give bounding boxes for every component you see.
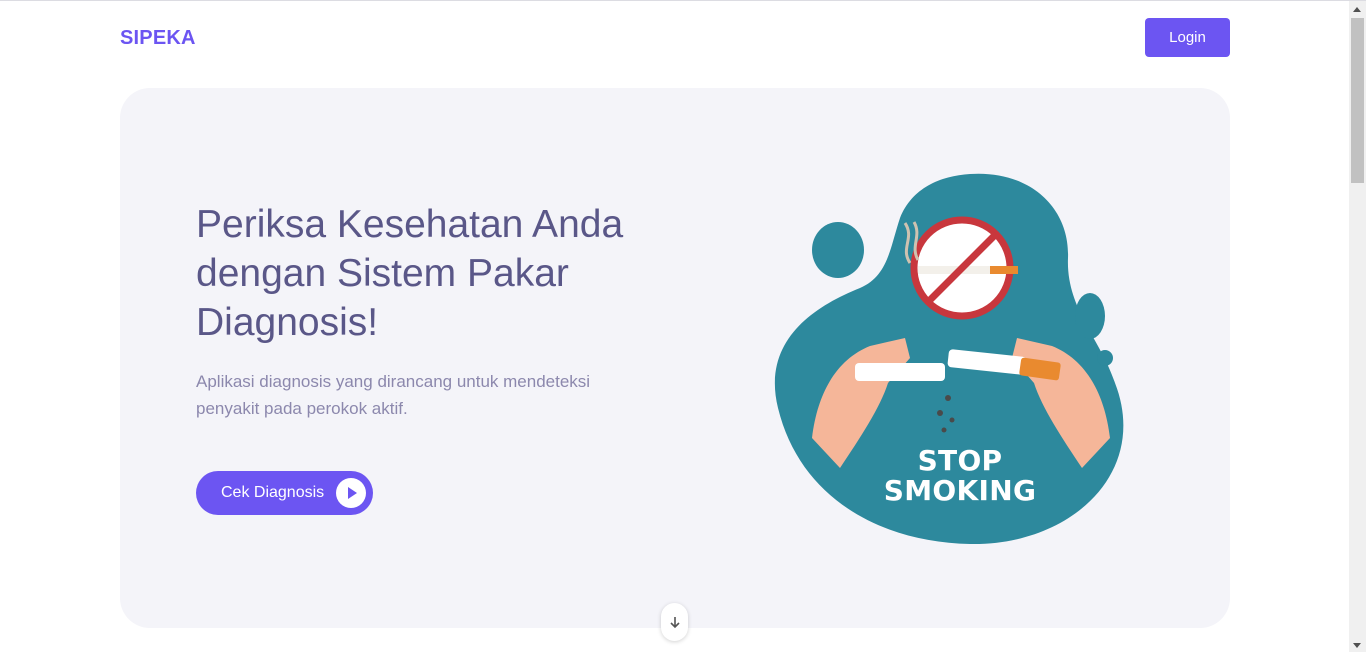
smoking-text: SMOKING [883, 474, 1037, 507]
stop-text: STOP [917, 444, 1003, 477]
hero-headline: Periksa Kesehatan Anda dengan Sistem Pak… [196, 203, 624, 344]
play-icon [336, 478, 366, 508]
cek-diagnosis-button[interactable]: Cek Diagnosis [196, 471, 373, 515]
scroll-down-arrow-icon[interactable] [1353, 643, 1361, 648]
hero-description: Aplikasi diagnosis yang dirancang untuk … [196, 372, 591, 418]
page-scrollbar[interactable] [1349, 1, 1366, 652]
cek-diagnosis-label: Cek Diagnosis [221, 484, 325, 501]
stop-smoking-illustration: STOP SMOKING [770, 168, 1150, 548]
arrow-down-icon [669, 617, 680, 629]
brand-logo[interactable]: SIPEKA [120, 27, 196, 50]
scroll-up-arrow-icon[interactable] [1353, 7, 1361, 12]
scrollbar-thumb[interactable] [1351, 18, 1364, 183]
hero-section: Periksa Kesehatan Anda dengan Sistem Pak… [120, 88, 1230, 628]
scroll-down-button[interactable] [661, 603, 688, 641]
login-button[interactable]: Login [1145, 18, 1230, 57]
